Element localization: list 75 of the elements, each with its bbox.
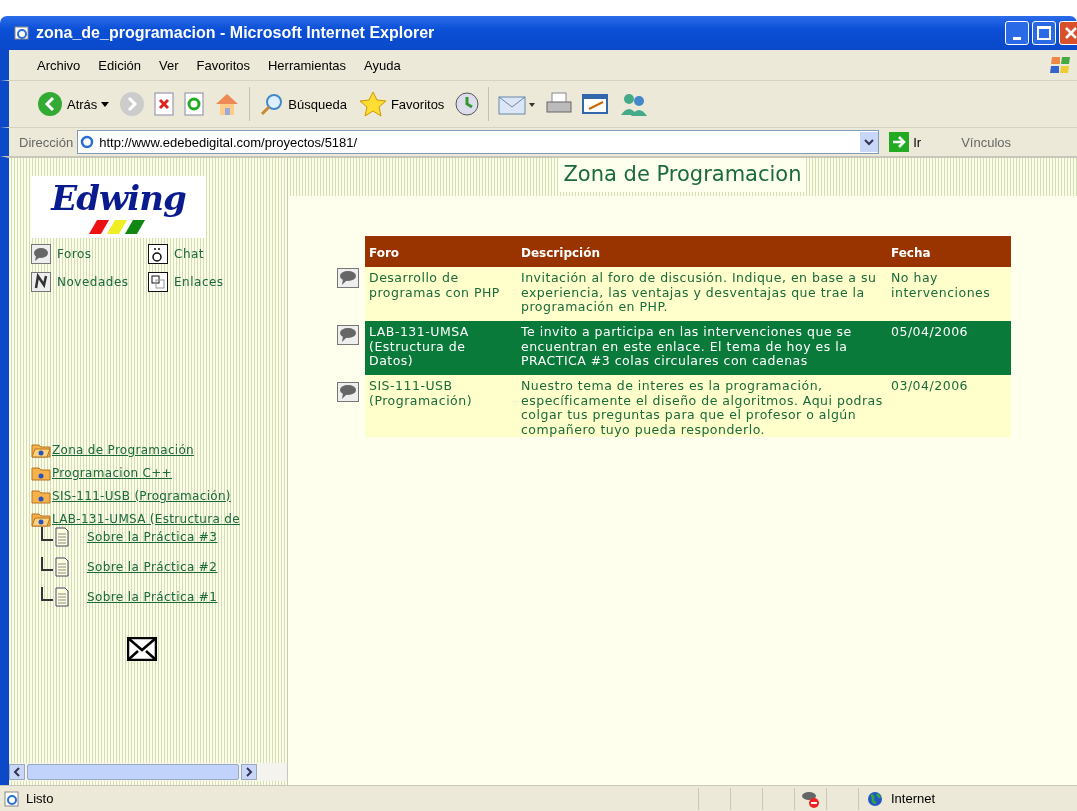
table-cell: Invitación al foro de discusión. Indique, en base a su experiencia, las ventajas y desventajas que trae la programación en PHP. [521,270,877,314]
stop-icon[interactable] [153,92,176,116]
page-title: Zona de Programacion [559,158,806,192]
table-cell: Desarrollo de programas con PHP [369,270,500,300]
search-button[interactable]: Búsqueda [258,92,349,116]
tree-item[interactable]: LAB-131-UMSA (Estructura de [31,511,287,527]
window-title: zona_de_programacion - Microsoft Internet Explorer [36,24,436,42]
status-text: Listo [26,791,54,806]
scroll-left-button[interactable] [9,764,25,780]
back-button[interactable]: Atrás [35,91,112,117]
star-icon [358,91,387,117]
menu-item[interactable]: Herramientas [268,57,346,73]
speech-bubble-icon [31,244,51,264]
tree-item[interactable]: Sobre la Práctica #2 [87,560,218,574]
envelope-icon[interactable] [127,637,157,661]
nav-link[interactable]: Chat [148,244,251,264]
tree-item[interactable]: Sobre la Práctica #1 [87,590,218,604]
menu-item[interactable]: Edición [98,57,141,73]
browser-icon [14,25,30,41]
tree-item[interactable]: SIS-111-USB (Programación) [31,488,287,504]
zone-text: Internet [891,791,936,806]
history-icon[interactable] [454,91,481,117]
favorites-button[interactable]: Favoritos [356,91,447,117]
document-icon [55,527,69,547]
table-cell: 05/04/2006 [891,324,969,339]
column-header: Descripción [517,236,887,267]
document-icon [55,587,69,607]
tree-item[interactable]: Zona de Programación [31,442,287,458]
table-cell: SIS-111-USB (Programación) [369,378,473,408]
globe-icon [867,790,883,807]
scroll-right-button[interactable] [241,764,257,780]
menu-item[interactable]: Ver [159,57,179,73]
go-button[interactable]: Ir [883,132,928,152]
nav-link[interactable]: Novedades [31,272,148,292]
address-field[interactable]: http://www.edebedigital.com/proyectos/5181/ [77,130,880,154]
tree-line [41,557,53,571]
speech-bubble-icon[interactable] [337,382,359,402]
speech-bubble-icon[interactable] [337,325,359,345]
table-cell: LAB-131-UMSA (Estructura de Datos) [369,324,469,368]
nav-link[interactable]: Enlaces [148,272,251,292]
chat-icon [148,244,168,264]
windows-flag-icon [1049,54,1073,76]
logo: Edwing [31,176,206,238]
news-icon [31,272,51,292]
minimize-button[interactable] [1005,21,1029,45]
table-cell: Nuestro tema de interes es la programación, específicamente el diseño de algoritmos. Aqui podras colgar tus preguntas para que el profesor o algún compañero tuyo pueda responderlo. [521,378,883,437]
menu-item[interactable]: Ayuda [364,57,401,73]
nav-link[interactable]: Foros [31,244,148,264]
close-button[interactable] [1059,21,1077,45]
document-icon [55,557,69,577]
table-row[interactable] [365,375,1011,437]
table-cell: Te invito a participa en las intervenciones que se encuentran en este enlace. El tema de hoy es la PRACTICA #3 colas circulares con cadenas [521,324,852,368]
address-label: Dirección [19,134,74,150]
menu-item[interactable]: Favoritos [196,57,250,73]
people-icon[interactable] [619,91,650,117]
refresh-icon[interactable] [183,92,206,116]
horizontal-scrollbar[interactable] [9,763,287,781]
tree-line [41,587,53,601]
speech-bubble-icon[interactable] [337,268,359,288]
column-header: Foro [365,236,517,267]
menu-item[interactable]: Archivo [37,57,81,73]
caret-icon [101,101,110,107]
squares-icon [148,272,168,292]
magnifier-icon [260,92,285,116]
table-cell: No hay intervenciones [891,270,991,300]
dropdown-button[interactable] [860,132,879,152]
close-icon [1064,26,1077,40]
tree-line [41,527,53,541]
table-cell: 03/04/2006 [891,378,969,393]
tree-item[interactable]: Programacion C++ [31,465,287,481]
tree-item[interactable]: Sobre la Práctica #3 [87,530,218,544]
page-icon [4,790,20,807]
maximize-button[interactable] [1032,21,1056,45]
column-header: Fecha [887,236,1011,267]
links-label[interactable]: Vínculos [961,134,1011,150]
